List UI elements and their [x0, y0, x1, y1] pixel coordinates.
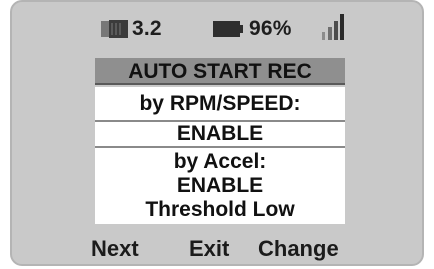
accel-label: by Accel: [173, 150, 267, 173]
exit-softkey[interactable]: Exit [189, 236, 229, 262]
accel-value: ENABLE [176, 174, 264, 197]
battery-percent: 96% [249, 17, 292, 40]
next-softkey[interactable]: Next [91, 236, 139, 262]
menu-title: AUTO START REC [95, 58, 345, 85]
device-frame: 3.2 96% AUTO START REC by RPM/SPEED: ENA… [10, 0, 424, 266]
change-softkey[interactable]: Change [258, 236, 339, 262]
threshold-value: Threshold Low [145, 198, 295, 221]
rpm-speed-value[interactable]: ENABLE [95, 120, 345, 148]
memory-card-status: 3.2 [101, 17, 162, 41]
rpm-speed-label: by RPM/SPEED: [95, 87, 345, 120]
signal-status [322, 14, 344, 40]
battery-icon [213, 21, 243, 37]
battery-status: 96% [213, 17, 292, 41]
status-bar: 3.2 96% [12, 2, 422, 62]
softkey-bar: Next Exit Change [12, 228, 422, 264]
signal-icon [322, 14, 344, 40]
menu-panel: AUTO START REC by RPM/SPEED: ENABLE by A… [95, 58, 345, 228]
memory-card-icon [101, 20, 128, 38]
memory-value: 3.2 [132, 17, 162, 40]
accel-setting[interactable]: by Accel: ENABLE Threshold Low [95, 148, 345, 224]
